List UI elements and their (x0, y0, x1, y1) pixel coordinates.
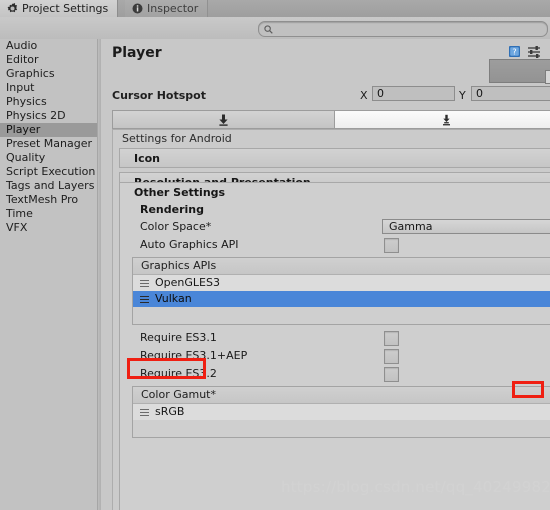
row-auto-graphics-api: Auto Graphics API (120, 237, 550, 255)
graphics-api-row-opengles3[interactable]: OpenGLES3 (133, 275, 550, 291)
unity-project-settings-window: Project Settings Inspector Audio Editor … (0, 0, 550, 510)
require-es31-checkbox[interactable] (384, 331, 399, 346)
search-field[interactable] (258, 21, 548, 38)
row-color-space: Color Space* Gamma ⇅ (120, 219, 550, 237)
color-space-value: Gamma (389, 220, 433, 233)
platform-tab-bar (112, 110, 550, 129)
graphics-apis-list: Graphics APIs OpenGLES3 Vulkan + − (132, 257, 550, 325)
graphics-api-label: OpenGLES3 (155, 276, 220, 289)
tab-inspector[interactable]: Inspector (125, 0, 209, 17)
sidebar-item-physics[interactable]: Physics (0, 95, 97, 109)
drag-handle-icon[interactable] (140, 296, 149, 303)
svg-text:?: ? (512, 48, 516, 57)
rendering-subtitle[interactable]: Rendering (120, 201, 550, 219)
graphics-apis-header: Graphics APIs (133, 258, 550, 275)
tab-inspector-label: Inspector (147, 2, 199, 15)
color-space-label: Color Space* (140, 220, 212, 233)
sidebar-item-time[interactable]: Time (0, 207, 97, 221)
drag-handle-icon[interactable] (140, 409, 149, 416)
info-icon (132, 3, 143, 14)
tab-project-settings-label: Project Settings (22, 2, 109, 15)
settings-category-sidebar[interactable]: Audio Editor Graphics Input Physics Phys… (0, 39, 97, 510)
color-gamut-row-srgb[interactable]: sRGB (133, 404, 550, 420)
search-icon (264, 24, 273, 34)
sidebar-item-audio[interactable]: Audio (0, 39, 97, 53)
cursor-hotspot-label: Cursor Hotspot (112, 89, 206, 102)
sidebar-item-preset-manager[interactable]: Preset Manager (0, 137, 97, 151)
android-platform-icon (441, 114, 452, 126)
cursor-object-field[interactable] (489, 59, 550, 83)
require-es31-aep-checkbox[interactable] (384, 349, 399, 364)
color-gamut-label: sRGB (155, 405, 185, 418)
color-space-dropdown[interactable]: Gamma ⇅ (382, 219, 550, 234)
tab-project-settings[interactable]: Project Settings (0, 0, 119, 17)
section-other-settings: Other Settings Rendering Color Space* Ga… (119, 182, 550, 510)
sidebar-item-textmesh-pro[interactable]: TextMesh Pro (0, 193, 97, 207)
cursor-hotspot-x-label: X (360, 89, 368, 102)
other-settings-title[interactable]: Other Settings (120, 183, 550, 201)
annotation-box-vulkan-row (127, 358, 206, 379)
color-gamut-list: Color Gamut* sRGB + − (132, 386, 550, 438)
search-toolbar (0, 17, 550, 40)
auto-graphics-api-checkbox[interactable] (384, 238, 399, 253)
sidebar-item-physics-2d[interactable]: Physics 2D (0, 109, 97, 123)
require-es31-label: Require ES3.1 (140, 331, 217, 344)
require-es32-checkbox[interactable] (384, 367, 399, 382)
sidebar-item-quality[interactable]: Quality (0, 151, 97, 165)
preset-settings-icon[interactable] (527, 45, 541, 58)
search-input[interactable] (276, 22, 542, 38)
sidebar-item-script-execution-order[interactable]: Script Execution Order (0, 165, 97, 179)
auto-graphics-api-label: Auto Graphics API (140, 238, 239, 251)
color-gamut-footer: + − (133, 420, 550, 437)
page-title: Player (112, 45, 162, 61)
color-gamut-header: Color Gamut* (133, 387, 550, 404)
cursor-hotspot-x-input[interactable]: 0 (372, 86, 455, 101)
sidebar-item-player[interactable]: Player (0, 123, 97, 137)
editor-tab-strip: Project Settings Inspector (0, 0, 550, 18)
sidebar-item-editor[interactable]: Editor (0, 53, 97, 67)
player-settings-pane: Player ? Select (101, 39, 550, 510)
sidebar-item-tags-and-layers[interactable]: Tags and Layers (0, 179, 97, 193)
sidebar-item-vfx[interactable]: VFX (0, 221, 97, 235)
row-require-es31: Require ES3.1 (120, 330, 550, 348)
standalone-platform-icon (218, 114, 229, 126)
platform-tab-standalone[interactable] (112, 110, 335, 129)
sidebar-item-graphics[interactable]: Graphics (0, 67, 97, 81)
cursor-hotspot-y-input[interactable]: 0 (471, 86, 550, 101)
sidebar-item-input[interactable]: Input (0, 81, 97, 95)
graphics-api-row-vulkan[interactable]: Vulkan (133, 291, 550, 307)
platform-settings-body: Settings for Android Icon Resolution and… (112, 129, 550, 510)
graphics-apis-footer: + − (133, 307, 550, 324)
section-icon[interactable]: Icon (119, 148, 550, 168)
graphics-api-label: Vulkan (155, 292, 192, 305)
drag-handle-icon[interactable] (140, 280, 149, 287)
annotation-box-remove-button (512, 381, 544, 398)
select-button[interactable]: Select (545, 70, 550, 84)
platform-tab-android[interactable] (335, 110, 550, 129)
help-book-icon[interactable]: ? (508, 45, 521, 58)
gear-icon (7, 3, 18, 14)
cursor-hotspot-y-label: Y (459, 89, 466, 102)
watermark-text: https://blog.csdn.net/qq_40249982 (281, 478, 550, 496)
pane-header: Player ? Select (101, 39, 550, 109)
settings-for-platform-header: Settings for Android (122, 132, 232, 145)
